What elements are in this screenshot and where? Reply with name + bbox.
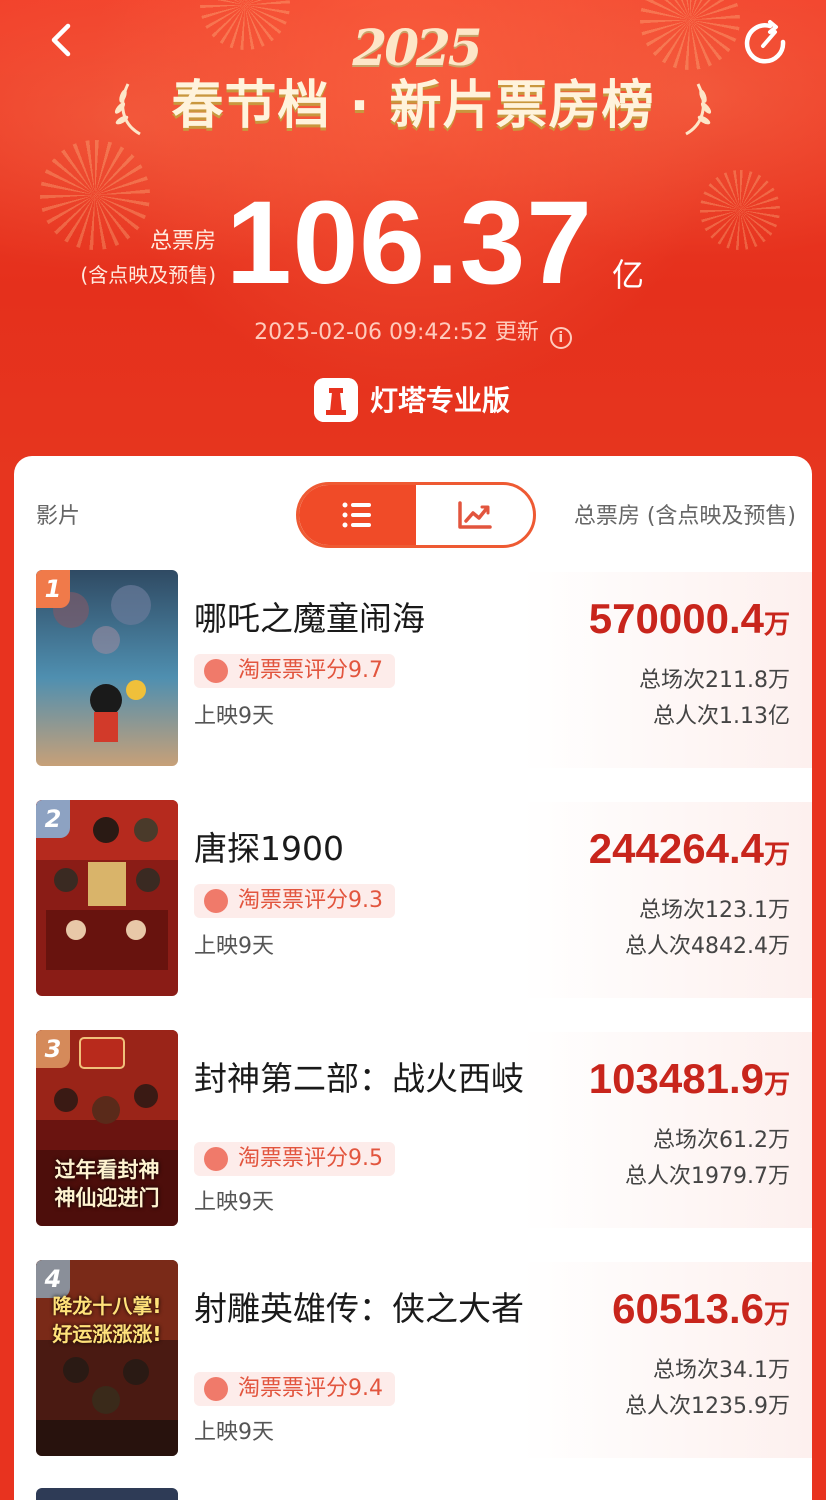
box-office: 244264.4万 (589, 824, 790, 874)
ranking-card: 影片 总票房 (含点映及预售) 1 哪吒之魔童闹海 淘票票评分9.7 上映9天 … (14, 456, 812, 1500)
box-office: 570000.4万 (589, 594, 790, 644)
days-showing: 上映9天 (194, 704, 274, 729)
taopiaopiao-icon (204, 1377, 228, 1401)
days-showing: 上映9天 (194, 1190, 274, 1215)
update-time-row: 2025-02-06 09:42:52 更新 i (0, 316, 826, 350)
film-title: 唐探1900 (194, 829, 344, 868)
laurel-icon (685, 83, 712, 136)
firework-decoration (200, 0, 290, 50)
lighthouse-logo-icon (314, 378, 358, 422)
rating-text: 淘票票评分9.4 (238, 1376, 383, 1401)
rank-badge: 1 (36, 570, 70, 608)
firework-decoration (640, 0, 740, 70)
film-poster: 4 降龙十八掌! 好运涨涨涨! (36, 1260, 178, 1456)
film-row[interactable]: 4 降龙十八掌! 好运涨涨涨! 射雕英雄传：侠之大者 淘票票评分9.4 上映9天… (14, 1256, 812, 1474)
total-viewers: 总人次1979.7万 (625, 1164, 790, 1189)
total-sessions: 总场次123.1万 (639, 898, 790, 923)
box-office-unit: 万 (763, 1300, 790, 1330)
rank-badge: 2 (36, 800, 70, 838)
box-office: 103481.9万 (589, 1054, 790, 1104)
film-row[interactable]: 2 唐探1900 淘票票评分9.3 上映9天 244264.4万 总场次123.… (14, 796, 812, 1014)
view-toggle (296, 482, 536, 548)
film-poster: 2 (36, 800, 178, 996)
film-title: 哪吒之魔童闹海 (194, 599, 425, 638)
total-viewers: 总人次4842.4万 (625, 934, 790, 959)
poster-caption: 神仙迎进门 (54, 1186, 160, 1210)
year-label: 2025 (352, 18, 482, 77)
header-banner: 2025 春节档 · 新片票房榜 总票房 (含点映及预售) 106.37 亿 2… (0, 0, 826, 480)
film-title: 封神第二部：战火西岐 (194, 1059, 524, 1098)
total-label: 总票房 (含点映及预售) (40, 226, 216, 292)
box-office-value: 103481.9 (588, 1055, 764, 1102)
film-row[interactable]: 3 过年看封神 神仙迎进门 封神第二部：战火西岐 淘票票评分9.5 上映9天 1… (14, 1026, 812, 1244)
poster-caption: 降龙十八掌! (52, 1294, 162, 1318)
rating-badge: 淘票票评分9.5 (194, 1142, 395, 1176)
info-icon[interactable]: i (549, 327, 572, 349)
film-poster: 1 (36, 570, 178, 766)
page-title: 春节档 · 新片票房榜 (171, 76, 655, 136)
total-viewers: 总人次1.13亿 (653, 704, 790, 729)
total-label-line2: (含点映及预售) (80, 263, 216, 287)
trend-chart-icon (458, 501, 492, 529)
days-showing: 上映9天 (194, 934, 274, 959)
rating-badge: 淘票票评分9.7 (194, 654, 395, 688)
taopiaopiao-icon (204, 889, 228, 913)
rating-badge: 淘票票评分9.4 (194, 1372, 395, 1406)
total-viewers: 总人次1235.9万 (625, 1394, 790, 1419)
days-showing: 上映9天 (194, 1420, 274, 1445)
box-office-unit: 万 (763, 610, 790, 640)
total-sessions: 总场次34.1万 (653, 1358, 790, 1383)
rating-text: 淘票票评分9.3 (238, 888, 383, 913)
column-header-total: 总票房 (含点映及预售) (573, 504, 796, 529)
update-suffix: 更新 (494, 320, 539, 345)
box-office-value: 60513.6 (612, 1285, 764, 1332)
rating-text: 淘票票评分9.5 (238, 1146, 383, 1171)
poster-caption: 过年看封神 (54, 1158, 160, 1182)
list-icon (342, 502, 371, 528)
column-header-film: 影片 (36, 504, 81, 529)
firework-decoration (700, 170, 780, 250)
total-unit: 亿 (612, 256, 645, 294)
taopiaopiao-icon (204, 659, 228, 683)
box-office-unit: 万 (763, 1070, 790, 1100)
box-office-unit: 万 (763, 840, 790, 870)
next-film-poster-peek (36, 1488, 178, 1500)
table-header: 影片 总票房 (含点映及预售) (14, 456, 812, 566)
total-box-office-value: 106.37 (226, 177, 593, 309)
rating-text: 淘票票评分9.7 (238, 658, 383, 683)
chart-view-button[interactable] (416, 485, 533, 545)
brand-name: 灯塔专业版 (370, 384, 511, 417)
film-poster: 3 过年看封神 神仙迎进门 (36, 1030, 178, 1226)
box-office: 60513.6万 (612, 1284, 790, 1334)
box-office-value: 570000.4 (588, 595, 764, 642)
title-row: 春节档 · 新片票房榜 (110, 72, 716, 142)
back-icon[interactable] (40, 18, 84, 62)
film-title: 射雕英雄传：侠之大者 (194, 1289, 524, 1328)
update-time: 2025-02-06 09:42:52 (254, 320, 488, 345)
rating-badge: 淘票票评分9.3 (194, 884, 395, 918)
poster-caption: 好运涨涨涨! (52, 1322, 162, 1346)
total-sessions: 总场次211.8万 (639, 668, 790, 693)
box-office-value: 244264.4 (588, 825, 764, 872)
film-row[interactable]: 1 哪吒之魔童闹海 淘票票评分9.7 上映9天 570000.4万 总场次211… (14, 566, 812, 784)
taopiaopiao-icon (204, 1147, 228, 1171)
rank-badge: 3 (36, 1030, 70, 1068)
list-view-button[interactable] (299, 485, 416, 545)
laurel-icon (114, 83, 141, 136)
share-icon[interactable] (740, 18, 790, 68)
total-sessions: 总场次61.2万 (653, 1128, 790, 1153)
total-label-line1: 总票房 (149, 229, 216, 254)
